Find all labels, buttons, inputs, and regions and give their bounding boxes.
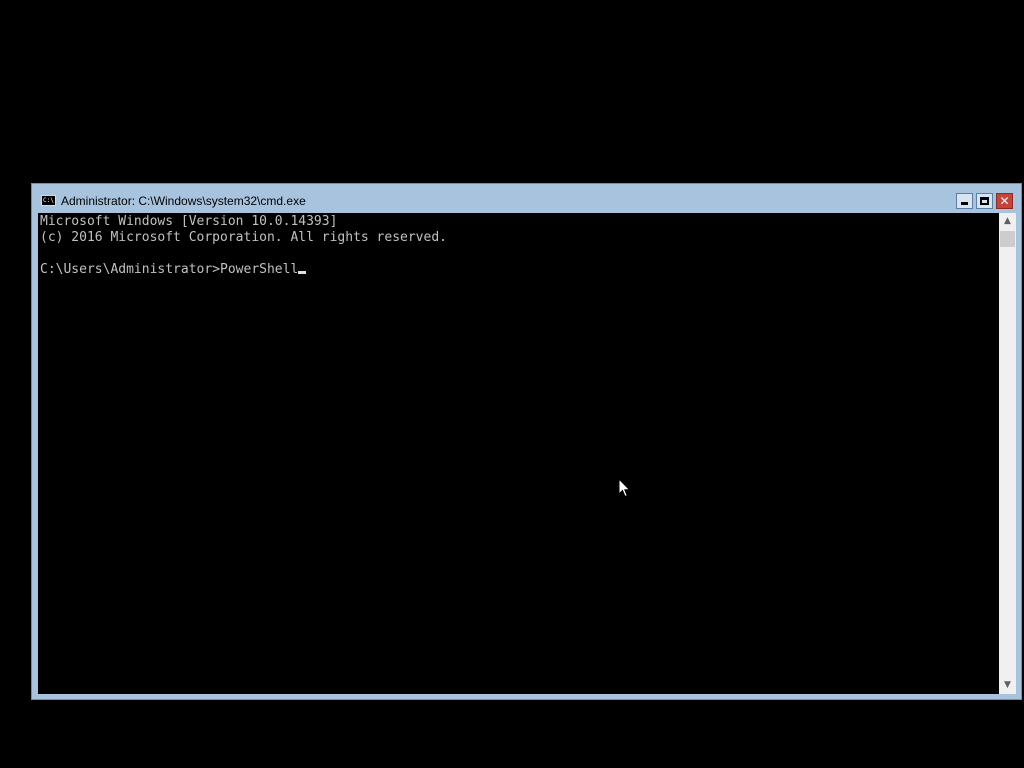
vertical-scrollbar[interactable]: ▲ ▼ xyxy=(999,213,1016,694)
window-title: Administrator: C:\Windows\system32\cmd.e… xyxy=(61,194,306,208)
close-button[interactable]: ✕ xyxy=(996,193,1013,209)
title-bar[interactable]: C:\ Administrator: C:\Windows\system32\c… xyxy=(32,184,1021,213)
console-output: Microsoft Windows [Version 10.0.14393] (… xyxy=(40,214,447,278)
maximize-icon xyxy=(980,197,989,205)
chevron-up-icon: ▲ xyxy=(1004,216,1011,226)
scroll-thumb[interactable] xyxy=(1000,231,1015,247)
text-cursor xyxy=(298,271,307,274)
scroll-up-button[interactable]: ▲ xyxy=(999,213,1016,230)
chevron-down-icon: ▼ xyxy=(1004,680,1011,690)
command-prompt: C:\Users\Administrator> xyxy=(40,262,221,277)
cmd-app-icon[interactable]: C:\ xyxy=(41,195,56,206)
scroll-down-button[interactable]: ▼ xyxy=(999,677,1016,694)
maximize-button[interactable] xyxy=(976,193,993,209)
console-area[interactable]: Microsoft Windows [Version 10.0.14393] (… xyxy=(38,213,999,694)
desktop: C:\ Administrator: C:\Windows\system32\c… xyxy=(0,0,1024,768)
cmd-window[interactable]: C:\ Administrator: C:\Windows\system32\c… xyxy=(31,183,1022,700)
console-line-version: Microsoft Windows [Version 10.0.14393] xyxy=(40,214,338,229)
command-input[interactable]: PowerShell xyxy=(220,262,298,277)
mouse-pointer-icon xyxy=(618,478,630,498)
close-icon: ✕ xyxy=(999,194,1010,208)
minimize-button[interactable] xyxy=(956,193,973,209)
minimize-icon xyxy=(961,202,968,205)
console-line-copyright: (c) 2016 Microsoft Corporation. All righ… xyxy=(40,230,447,245)
